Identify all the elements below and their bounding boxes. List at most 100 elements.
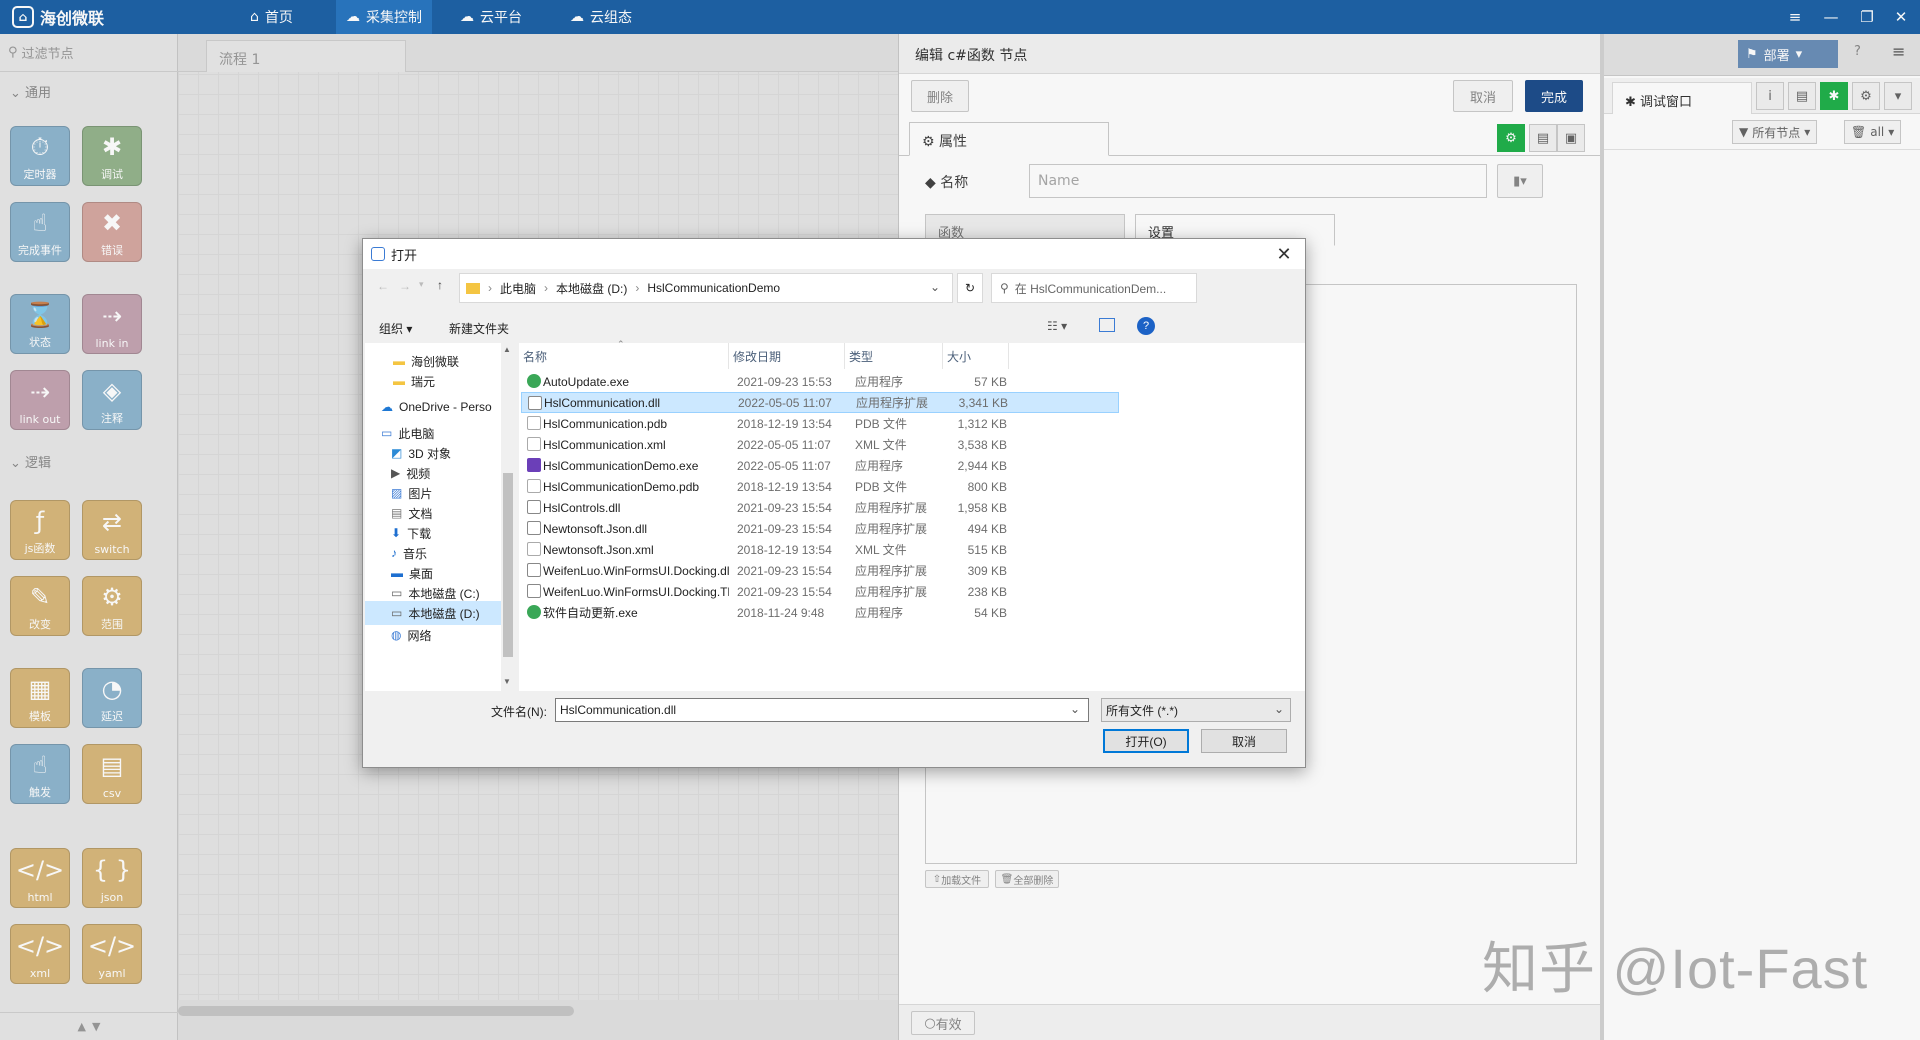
tree-item[interactable]: ☁ OneDrive - Perso bbox=[365, 395, 505, 419]
dialog-close-icon[interactable]: ✕ bbox=[1269, 241, 1299, 267]
palette-node[interactable]: ▦ 模板 bbox=[10, 668, 70, 728]
column-modified[interactable]: 修改日期 bbox=[729, 343, 845, 369]
tree-item[interactable]: ▬ 瑞元 bbox=[365, 369, 505, 393]
file-row[interactable]: HslCommunication.xml 2022-05-05 11:07 XML … bbox=[521, 434, 1119, 455]
cancel-button[interactable]: 取消 bbox=[1453, 80, 1513, 112]
help-icon[interactable]: ? bbox=[1137, 317, 1155, 335]
palette-node[interactable]: ⚙ 范围 bbox=[82, 576, 142, 636]
file-row[interactable]: HslCommunication.pdb 2018-12-19 13:54 PDB … bbox=[521, 413, 1119, 434]
hamburger-icon[interactable]: ≡ bbox=[1892, 42, 1905, 61]
name-input[interactable]: Name bbox=[1029, 164, 1487, 198]
category-common[interactable]: ⌄ 通用 bbox=[10, 82, 51, 101]
config-gear-icon[interactable]: ⚙ bbox=[1852, 82, 1880, 110]
column-name[interactable]: 名称 ⌃ bbox=[519, 339, 729, 369]
tree-scrollbar[interactable]: ▲ ▼ bbox=[501, 343, 515, 691]
maximize-icon[interactable]: ❐ bbox=[1854, 4, 1880, 30]
view-options-icon[interactable]: ☷ ▾ bbox=[1047, 319, 1067, 333]
palette-node[interactable]: ⇢ link in bbox=[82, 294, 142, 354]
path-dropdown-icon[interactable]: ⌄ bbox=[930, 280, 940, 294]
file-row[interactable]: HslCommunicationDemo.pdb 2018-12-19 13:54… bbox=[521, 476, 1119, 497]
palette-node[interactable]: </> yaml bbox=[82, 924, 142, 984]
file-row[interactable]: WeifenLuo.WinFormsUI.Docking.dll 2021-09-… bbox=[521, 560, 1119, 581]
debug-bug-icon[interactable]: ✱ bbox=[1820, 82, 1848, 110]
refresh-icon[interactable]: ↻ bbox=[957, 273, 983, 303]
file-row[interactable]: HslCommunication.dll 2022-05-05 11:07 应用程序… bbox=[521, 392, 1119, 413]
file-row[interactable]: Newtonsoft.Json.dll 2021-09-23 15:54 应用程序扩… bbox=[521, 518, 1119, 539]
workspace-hscrollbar[interactable] bbox=[178, 1000, 898, 1040]
open-button[interactable]: 打开(O) bbox=[1103, 729, 1189, 753]
chevron-down-icon[interactable]: ⌄ bbox=[1070, 702, 1080, 716]
palette-node[interactable]: ▤ csv bbox=[82, 744, 142, 804]
nav-home[interactable]: ⌂ 首页 bbox=[240, 0, 303, 34]
name-icon-picker[interactable]: ▮▾ bbox=[1497, 164, 1543, 198]
filetype-select[interactable]: 所有文件 (*.*) ⌄ bbox=[1101, 698, 1291, 722]
scroll-up-icon[interactable]: ▲ bbox=[503, 345, 511, 354]
file-row[interactable]: 软件自动更新.exe 2018-11-24 9:48 应用程序 54 KB bbox=[521, 602, 1119, 623]
search-input[interactable]: ⚲ 在 HslCommunicationDem... bbox=[991, 273, 1197, 303]
tree-item[interactable]: ▭ 本地磁盘 (D:) bbox=[365, 601, 505, 625]
palette-node[interactable]: ◔ 延迟 bbox=[82, 668, 142, 728]
preview-pane-icon[interactable] bbox=[1099, 318, 1115, 332]
column-size[interactable]: 大小 bbox=[943, 343, 1009, 369]
palette-node[interactable]: ƒ js函数 bbox=[10, 500, 70, 560]
file-row[interactable]: Newtonsoft.Json.xml 2018-12-19 13:54 XML 文… bbox=[521, 539, 1119, 560]
palette-node[interactable]: ✖ 错误 bbox=[82, 202, 142, 262]
delete-node-button[interactable]: 删除 bbox=[911, 80, 969, 112]
minimize-icon[interactable]: — bbox=[1818, 4, 1844, 30]
info-icon[interactable]: i bbox=[1756, 82, 1784, 110]
breadcrumb-folder[interactable]: HslCommunicationDemo bbox=[647, 281, 780, 295]
chevron-down-icon[interactable]: ▼ bbox=[92, 1020, 100, 1033]
forward-arrow-icon[interactable]: → bbox=[399, 279, 411, 293]
nav-collect-control[interactable]: ☁ 采集控制 bbox=[336, 0, 432, 34]
tree-item[interactable]: ◍ 网络 bbox=[365, 623, 505, 647]
tab-debug-window[interactable]: ✱ 调试窗口 bbox=[1612, 82, 1752, 114]
app-logo[interactable]: ⌂ 海创微联 bbox=[12, 0, 104, 34]
palette-node[interactable]: ⇢ link out bbox=[10, 370, 70, 430]
menu-icon[interactable]: ≡ bbox=[1782, 4, 1808, 30]
palette-node[interactable]: </> xml bbox=[10, 924, 70, 984]
palette-node[interactable]: ✱ 调试 bbox=[82, 126, 142, 186]
up-arrow-icon[interactable]: ↑ bbox=[437, 278, 443, 292]
file-row[interactable]: HslCommunicationDemo.exe 2022-05-05 11:07… bbox=[521, 455, 1119, 476]
recent-chevron-icon[interactable]: ▾ bbox=[419, 279, 424, 290]
category-logic[interactable]: ⌄ 逻辑 bbox=[10, 452, 51, 471]
delete-all-button[interactable]: 🗑 全部删除 bbox=[995, 870, 1059, 888]
filter-nodes-dropdown[interactable]: ▼ 所有节点 ▾ bbox=[1732, 120, 1818, 144]
enabled-toggle[interactable]: ○ 有效 bbox=[911, 1011, 975, 1035]
back-arrow-icon[interactable]: ← bbox=[377, 279, 389, 293]
palette-node[interactable]: ⌛ 状态 bbox=[10, 294, 70, 354]
scroll-thumb[interactable] bbox=[178, 1006, 574, 1016]
file-row[interactable]: WeifenLuo.WinFormsUI.Docking.The... 2021-… bbox=[521, 581, 1119, 602]
palette-node[interactable]: ◈ 注释 bbox=[82, 370, 142, 430]
file-row[interactable]: AutoUpdate.exe 2021-09-23 15:53 应用程序 57 KB bbox=[521, 371, 1119, 392]
chevron-down-icon[interactable]: ▾ bbox=[1884, 82, 1912, 110]
load-file-button[interactable]: ⇧ 加载文件 bbox=[925, 870, 989, 888]
palette-node[interactable]: ⏱ 定时器 bbox=[10, 126, 70, 186]
breadcrumb-drive-d[interactable]: 本地磁盘 (D:) bbox=[556, 280, 627, 297]
deploy-button[interactable]: ⚑ 部署 ▾ bbox=[1738, 40, 1838, 68]
breadcrumb-this-pc[interactable]: 此电脑 bbox=[500, 280, 536, 297]
palette-node[interactable]: ⇄ switch bbox=[82, 500, 142, 560]
palette-filter[interactable]: ⚲ 过滤节点 bbox=[0, 34, 178, 72]
path-breadcrumb[interactable]: › 此电脑 › 本地磁盘 (D:) › HslCommunicationDemo… bbox=[459, 273, 953, 303]
clear-filter-dropdown[interactable]: 🗑 all ▾ bbox=[1844, 120, 1902, 144]
palette-node[interactable]: ☝ 完成事件 bbox=[10, 202, 70, 262]
scroll-down-icon[interactable]: ▼ bbox=[503, 677, 511, 686]
column-type[interactable]: 类型 bbox=[845, 343, 943, 369]
nav-cloud-config[interactable]: ☁ 云组态 bbox=[560, 0, 642, 34]
close-window-icon[interactable]: ✕ bbox=[1888, 4, 1914, 30]
dialog-cancel-button[interactable]: 取消 bbox=[1201, 729, 1287, 753]
tab-flow-1[interactable]: 流程 1 bbox=[206, 40, 406, 72]
done-button[interactable]: 完成 bbox=[1525, 80, 1583, 112]
book-icon[interactable]: ▤ bbox=[1788, 82, 1816, 110]
palette-node[interactable]: { } json bbox=[82, 848, 142, 908]
appearance-icon[interactable]: ▣ bbox=[1557, 124, 1585, 152]
settings-green-icon[interactable]: ⚙ bbox=[1497, 124, 1525, 152]
palette-node[interactable]: ✎ 改变 bbox=[10, 576, 70, 636]
chevron-up-icon[interactable]: ▲ bbox=[78, 1020, 86, 1033]
palette-node[interactable]: </> html bbox=[10, 848, 70, 908]
file-row[interactable]: HslControls.dll 2021-09-23 15:54 应用程序扩展 1,9… bbox=[521, 497, 1119, 518]
help-icon[interactable]: ? bbox=[1854, 44, 1861, 59]
organize-menu[interactable]: 组织 ▾ bbox=[379, 320, 412, 337]
tab-properties[interactable]: ⚙ 属性 bbox=[909, 122, 1109, 156]
